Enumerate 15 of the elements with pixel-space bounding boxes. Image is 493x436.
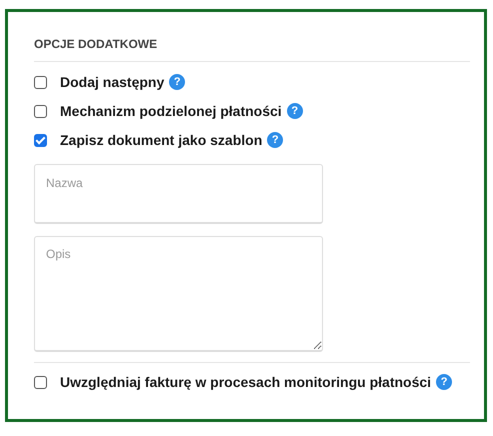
checkbox[interactable] [34, 376, 47, 388]
help-icon[interactable]: ? [286, 103, 303, 119]
help-icon[interactable]: ? [267, 132, 284, 148]
section-title: OPCJE DODATKOWE [34, 37, 470, 62]
option-label: Mechanizm podzielonej płatności [60, 103, 282, 119]
help-icon[interactable]: ? [169, 74, 186, 90]
description-field[interactable]: Opis [34, 236, 323, 352]
checkbox[interactable] [34, 134, 47, 146]
help-icon[interactable]: ? [436, 374, 452, 390]
option-label: Dodaj następny [60, 74, 164, 90]
option-label: Zapisz dokument jako szablon [60, 132, 262, 148]
name-field[interactable]: Nazwa [34, 164, 323, 224]
option-label: Uwzględniaj fakturę w procesach monitoringu płatności [60, 374, 432, 390]
checkbox[interactable] [34, 104, 47, 118]
checkbox[interactable] [34, 76, 47, 88]
